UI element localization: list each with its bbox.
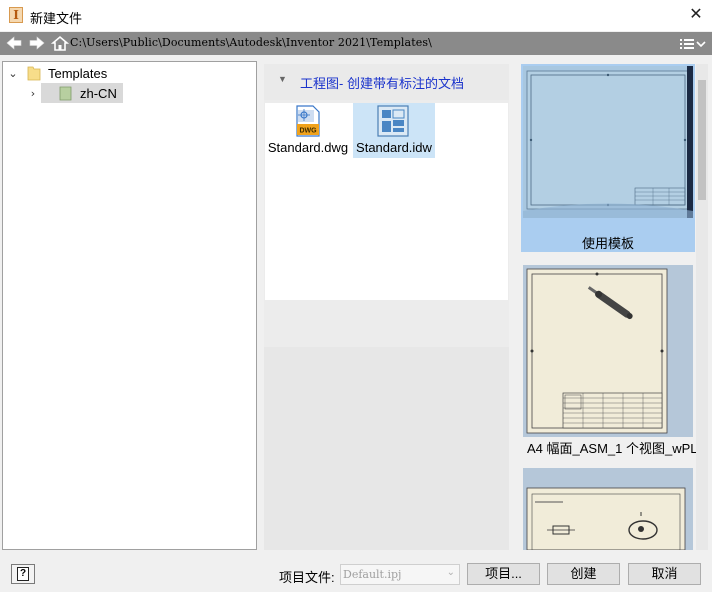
folder-icon	[59, 85, 73, 101]
create-button[interactable]: 创建	[547, 563, 620, 585]
help-icon: ?	[17, 567, 29, 581]
forward-arrow-icon[interactable]	[28, 35, 46, 51]
file-item-standard-idw[interactable]: Standard.idw	[353, 103, 435, 158]
preview-label: A4 幅面_ASM_1 个视图_wPL	[527, 441, 698, 456]
cancel-button[interactable]: 取消	[628, 563, 701, 585]
expand-chevron-down-icon[interactable]: ⌄	[7, 67, 19, 80]
idw-file-icon	[377, 105, 409, 137]
file-label: Standard.idw	[356, 140, 432, 155]
dwg-file-icon: DWG	[295, 105, 321, 137]
tree-item-templates[interactable]: ⌄ Templates	[7, 63, 107, 83]
dwg-badge: DWG	[299, 128, 317, 135]
section-title: 工程图- 创建带有标注的文档	[300, 76, 464, 91]
path-bar: C:\Users\Public\Documents\Autodesk\Inven…	[0, 32, 712, 55]
template-list-panel: ▼ 工程图- 创建带有标注的文档 DWG Standard.dwg Standa…	[264, 64, 509, 550]
expand-chevron-right-icon[interactable]: ›	[27, 87, 39, 100]
file-item-standard-dwg[interactable]: DWG Standard.dwg	[267, 103, 349, 158]
drawing-sheet-thumbnail	[523, 265, 693, 437]
tree-item-label: Templates	[48, 65, 108, 81]
description-area	[264, 347, 509, 550]
scrollbar-thumb[interactable]	[698, 80, 706, 200]
project-file-select[interactable]: Default.ipj ⌄	[340, 564, 460, 585]
home-icon[interactable]	[50, 35, 70, 51]
chevron-down-icon: ⌄	[446, 567, 455, 578]
tree-item-selection: zh-CN	[41, 83, 123, 103]
path-text[interactable]: C:\Users\Public\Documents\Autodesk\Inven…	[70, 36, 432, 49]
preview-label: 使用模板	[581, 236, 634, 251]
tree-item-zh-cn[interactable]: › zh-CN	[27, 83, 123, 103]
collapse-triangle-icon[interactable]: ▼	[278, 74, 287, 84]
project-file-label: 项目文件:	[279, 570, 335, 585]
files-area: DWG Standard.dwg Standard.idw	[265, 103, 508, 300]
preview-panel: 使用模板 A4 幅面_ASM_1 个视图_wPL	[518, 64, 708, 550]
projects-button[interactable]: 项目...	[467, 563, 540, 585]
window-title: 新建文件	[30, 11, 83, 26]
title-bar: I 新建文件 ✕	[0, 0, 712, 31]
preview-card-a4-asm[interactable]: A4 幅面_ASM_1 个视图_wPL	[521, 264, 698, 460]
bottom-bar: ? 项目文件: Default.ipj ⌄ 项目... 创建 取消	[0, 556, 712, 592]
section-header[interactable]: ▼ 工程图- 创建带有标注的文档	[264, 64, 509, 100]
folder-tree: ⌄ Templates › zh-CN	[2, 61, 257, 550]
help-button[interactable]: ?	[11, 564, 35, 584]
preview-scrollbar[interactable]	[696, 64, 708, 550]
project-file-value: Default.ipj	[343, 568, 402, 581]
preview-card-third[interactable]	[521, 468, 695, 550]
preview-card-use-template[interactable]: 使用模板	[521, 64, 695, 252]
file-label: Standard.dwg	[267, 140, 349, 155]
inventor-app-icon: I	[9, 7, 23, 23]
drawing-sheet-thumbnail	[523, 66, 693, 218]
view-list-menu-icon[interactable]	[678, 36, 706, 51]
close-icon[interactable]: ✕	[688, 5, 704, 25]
drawing-sheet-thumbnail	[523, 468, 693, 550]
tree-item-label: zh-CN	[80, 85, 117, 101]
folder-icon	[27, 65, 41, 81]
back-arrow-icon[interactable]	[5, 35, 23, 51]
